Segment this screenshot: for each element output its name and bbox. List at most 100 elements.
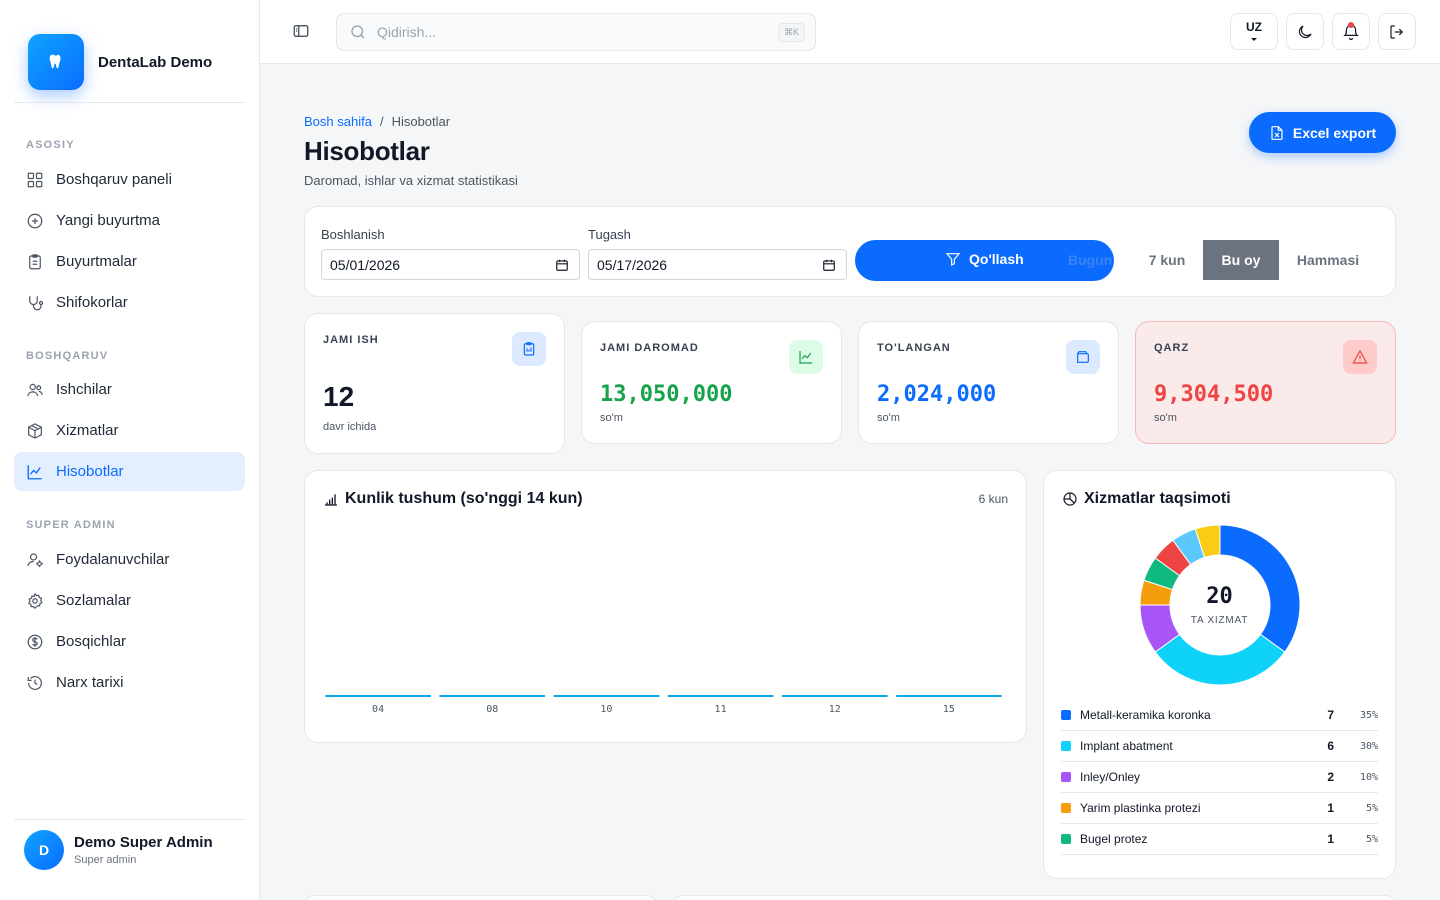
end-date-input[interactable]: 05/17/2026 [588, 249, 847, 280]
sidebar-item-label: Buyurtmalar [56, 253, 137, 270]
services-distribution-card: Xizmatlar taqsimoti 20 TA XIZMAT Metall-… [1043, 470, 1396, 879]
sidebar-item-services[interactable]: Xizmatlar [14, 411, 245, 450]
legend-row: Implant abatment 6 30% [1061, 731, 1378, 762]
notifications-button[interactable] [1332, 13, 1370, 50]
sidebar-item-settings[interactable]: Sozlamalar [14, 581, 245, 620]
calendar-icon [556, 259, 568, 271]
search-input[interactable]: Qidirish... ⌘K [336, 13, 816, 51]
legend-count: 1 [1327, 801, 1334, 815]
legend-name: Implant abatment [1080, 739, 1173, 753]
language-select[interactable]: UZ [1230, 13, 1278, 50]
daily-revenue-chart: 04 08 10 11 12 15 [325, 695, 1002, 715]
stat-sub: so'm [1154, 412, 1177, 424]
sidebar-item-dashboard[interactable]: Boshqaruv paneli [14, 160, 245, 199]
sidebar-item-label: Shifokorlar [56, 294, 128, 311]
package-icon [28, 422, 42, 439]
logout-button[interactable] [1378, 13, 1416, 50]
stat-value: 12 [323, 381, 355, 412]
chart-bar[interactable] [553, 695, 660, 697]
legend-percent: 5% [1365, 802, 1378, 814]
legend-count: 7 [1327, 708, 1334, 722]
theme-toggle-button[interactable] [1286, 13, 1324, 50]
stat-value: 2,024,000 [877, 382, 997, 407]
clipboard-icon [29, 253, 41, 269]
brand[interactable]: DentaLab Demo [28, 34, 212, 90]
excel-export-label: Excel export [1292, 124, 1377, 141]
section-title-boshqaruv: BOSHQARUV [26, 350, 109, 362]
filter-icon [945, 253, 961, 266]
breadcrumb-home-link[interactable]: Bosh sahifa [304, 114, 372, 129]
sidebar-item-workers[interactable]: Ishchilar [14, 370, 245, 409]
page-title: Hisobotlar [304, 136, 430, 166]
chart-bar[interactable] [781, 695, 888, 697]
search-placeholder: Qidirish... [377, 24, 437, 40]
apply-filter-button[interactable]: Qo'llash Bugun [855, 240, 1114, 281]
stat-label: TO'LANGAN [877, 342, 951, 354]
end-date-label: Tugash [588, 227, 631, 242]
excel-export-button[interactable]: Excel export [1249, 112, 1396, 153]
sidebar-item-doctors[interactable]: Shifokorlar [14, 283, 245, 322]
sidebar-item-users[interactable]: Foydalanuvchilar [14, 540, 245, 579]
range-tab-all[interactable]: Hammasi [1283, 240, 1373, 280]
sidebar-item-price-history[interactable]: Narx tarixi [14, 663, 245, 702]
users-icon [27, 383, 43, 396]
range-tab-this-month[interactable]: Bu oy [1203, 240, 1279, 280]
legend-count: 1 [1327, 832, 1334, 846]
breadcrumb: Bosh sahifa / Hisobotlar [304, 114, 450, 129]
donut-slice[interactable] [1154, 633, 1286, 686]
legend-count: 6 [1327, 739, 1334, 753]
legend-row: Yarim plastinka protezi 1 5% [1061, 793, 1378, 824]
history-icon [27, 675, 42, 690]
legend-swatch [1061, 710, 1071, 720]
legend-swatch [1061, 741, 1071, 751]
chart-bar[interactable] [439, 695, 546, 697]
start-date-value: 05/01/2026 [330, 256, 401, 273]
user-card[interactable]: D Demo Super Admin Super admin [24, 830, 213, 870]
tooth-logo-icon [28, 34, 84, 90]
legend-row: Metall-keramika koronka 7 35% [1061, 700, 1378, 731]
donut-total-label: TA XIZMAT [1190, 615, 1249, 626]
services-donut-chart [1139, 524, 1301, 686]
divider [14, 819, 245, 820]
notification-dot [1348, 22, 1354, 28]
sidebar-item-label: Ishchilar [56, 381, 112, 398]
stat-value: 13,050,000 [600, 382, 733, 407]
chart-bar[interactable] [895, 695, 1002, 697]
services-legend: Metall-keramika koronka 7 35% Implant ab… [1061, 700, 1378, 855]
stat-label: JAMI DAROMAD [600, 342, 699, 354]
range-tab-today[interactable]: Bugun [1068, 252, 1112, 268]
sidebar-item-new-order[interactable]: Yangi buyurtma [14, 201, 245, 240]
sidebar-item-label: Hisobotlar [56, 463, 124, 480]
plus-circle-icon [27, 213, 43, 228]
clipboard-icon [512, 332, 546, 366]
legend-row: Inley/Onley 2 10% [1061, 762, 1378, 793]
stat-label: QARZ [1154, 342, 1190, 354]
chart-bar[interactable] [667, 695, 774, 697]
stat-label: JAMI ISH [323, 334, 379, 346]
filter-card: Boshlanish 05/01/2026 Tugash 05/17/2026 … [304, 206, 1396, 297]
chart-line-icon [789, 340, 823, 374]
calendar-icon [823, 259, 835, 271]
x-tick-label: 08 [486, 704, 498, 715]
sidebar-item-reports[interactable]: Hisobotlar [14, 452, 245, 491]
legend-swatch [1061, 834, 1071, 844]
sidebar-toggle-button[interactable] [292, 22, 310, 45]
stat-sub: so'm [600, 412, 623, 424]
sidebar-item-label: Yangi buyurtma [56, 212, 160, 229]
x-tick-label: 12 [829, 704, 841, 715]
legend-percent: 30% [1359, 740, 1378, 752]
sidebar-item-label: Narx tarixi [56, 674, 124, 691]
sidebar-toggle-icon [293, 25, 309, 37]
sidebar-item-stages[interactable]: Bosqichlar [14, 622, 245, 661]
shortcut-hint: ⌘K [777, 23, 805, 42]
legend-name: Yarim plastinka protezi [1080, 801, 1201, 815]
sidebar-item-label: Sozlamalar [56, 592, 132, 609]
start-date-input[interactable]: 05/01/2026 [321, 249, 580, 280]
legend-percent: 5% [1365, 833, 1378, 845]
language-label: UZ [1246, 20, 1262, 34]
chevron-down-icon [1251, 38, 1257, 41]
section-title-asosiy: ASOSIY [26, 139, 75, 151]
sidebar-item-orders[interactable]: Buyurtmalar [14, 242, 245, 281]
range-tab-7-days[interactable]: 7 kun [1135, 240, 1199, 280]
chart-bar[interactable] [325, 695, 432, 697]
